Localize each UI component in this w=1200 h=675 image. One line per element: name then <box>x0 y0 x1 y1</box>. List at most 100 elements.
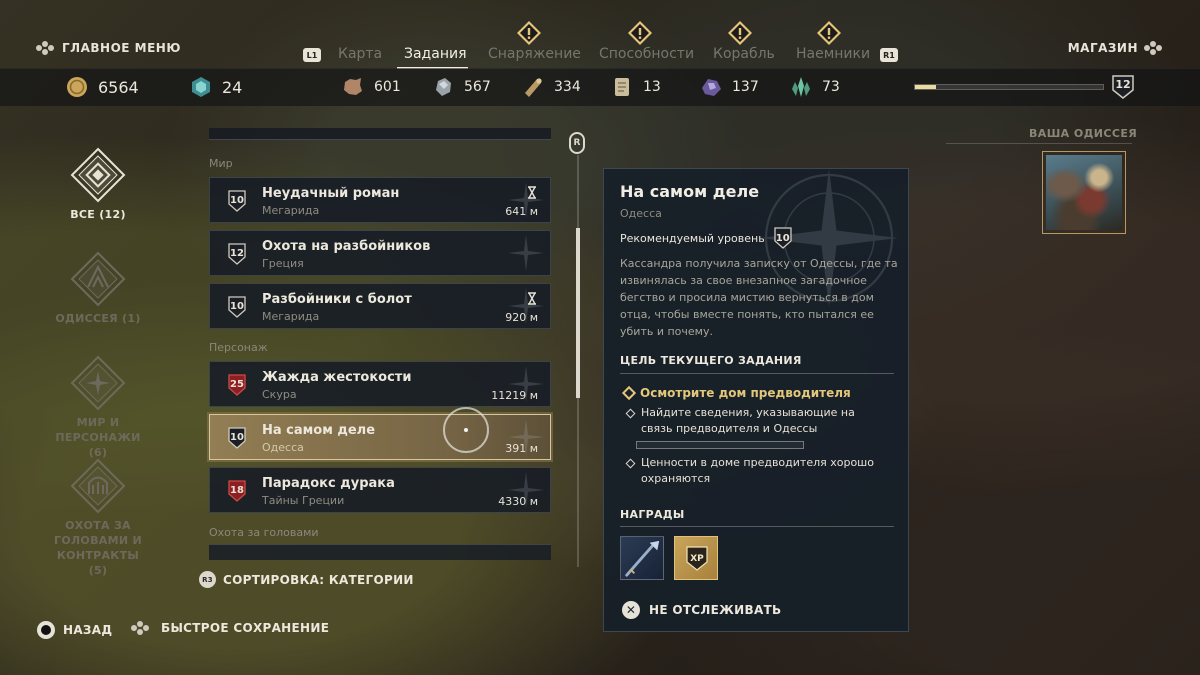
iron-ore-icon <box>436 78 451 96</box>
sub-objective-progress-bar <box>636 441 804 449</box>
ancient-tablet-icon <box>615 78 629 96</box>
tab-abilities[interactable]: Способности <box>599 46 694 62</box>
obsidian-glass-icon <box>702 79 721 96</box>
quest-row[interactable]: 25 Жажда жестокости Скура 11219 м <box>209 361 551 407</box>
quest-region: Тайны Греции <box>262 494 345 507</box>
bumper-right-icon[interactable]: R1 <box>880 48 898 62</box>
abilities-alert-icon <box>628 21 652 45</box>
category-odyssey[interactable]: ОДИССЕЯ (1) <box>46 251 150 326</box>
untrack-button[interactable]: ✕ НЕ ОТСЛЕЖИВАТЬ <box>622 601 781 619</box>
shop-button[interactable]: МАГАЗИН <box>1068 41 1166 55</box>
quest-row[interactable]: 10 На самом деле Одесса 391 м <box>209 414 551 460</box>
quest-level-value: 10 <box>230 195 244 206</box>
quest-region: Мегарида <box>262 204 320 217</box>
quicksave-label: БЫСТРОЕ СОХРАНЕНИЕ <box>161 621 330 635</box>
wood-counter: 334 <box>522 76 581 98</box>
quest-title: Разбойники с болот <box>262 292 412 307</box>
leather-hide-icon <box>344 78 362 95</box>
quest-level-value: 12 <box>230 248 244 259</box>
quest-row[interactable]: 10 Неудачный роман Мегарида 641 м <box>209 177 551 223</box>
drachmae-value: 6564 <box>98 77 139 97</box>
tab-mercenaries[interactable]: Наемники <box>796 46 870 62</box>
crystal-cluster-icon <box>792 77 810 97</box>
xp-progress-fill <box>915 85 936 89</box>
category-bounty-contracts-label: ОХОТА ЗА ГОЛОВАМИ И КОНТРАКТЫ (5) <box>54 519 142 577</box>
dpad-shop-icon <box>1144 41 1166 55</box>
shop-label: МАГАЗИН <box>1067 41 1138 55</box>
category-all[interactable]: ВСЕ (12) <box>46 147 150 222</box>
tablets-counter: 13 <box>611 76 661 98</box>
dpad-options-icon <box>36 41 58 55</box>
odyssey-icon <box>70 251 126 307</box>
quest-title: На самом деле <box>262 423 376 438</box>
top-navigation: ГЛАВНОЕ МЕНЮ L1 Карта Задания Снаряжение… <box>0 0 1200 69</box>
tablets-value: 13 <box>643 79 661 95</box>
reward-weapon[interactable] <box>620 536 664 580</box>
quicksave-button[interactable]: БЫСТРОЕ СОХРАНЕНИЕ <box>131 621 329 635</box>
sort-button[interactable]: R3 СОРТИРОВКА: КАТЕГОРИИ <box>199 571 414 588</box>
gear-alert-icon <box>517 21 541 45</box>
quest-row[interactable]: 18 Парадокс дурака Тайны Греции 4330 м <box>209 467 551 513</box>
quest-level-badge: 10 <box>227 427 247 449</box>
crystals-counter: 73 <box>790 76 840 98</box>
quest-distance: 4330 м <box>498 495 538 508</box>
section-header-world: Мир <box>209 157 233 170</box>
section-header-bounty: Охота за головами <box>209 526 319 539</box>
tab-quests[interactable]: Задания <box>404 46 467 62</box>
quest-level-value: 10 <box>230 432 244 443</box>
quest-region: Греция <box>262 257 304 270</box>
spear-weapon-icon <box>625 540 660 577</box>
objective-header: ЦЕЛЬ ТЕКУЩЕГО ЗАДАНИЯ <box>620 354 802 367</box>
category-bounty-contracts[interactable]: ОХОТА ЗА ГОЛОВАМИ И КОНТРАКТЫ (5) <box>46 458 150 578</box>
reward-xp[interactable]: XP <box>674 536 718 580</box>
leather-counter: 601 <box>342 76 401 98</box>
sub-objective-1: Найдите сведения, указывающие на связь п… <box>626 405 888 437</box>
category-world-characters[interactable]: МИР И ПЕРСОНАЖИ (6) <box>46 355 150 460</box>
quest-list-scroll-thumb[interactable] <box>576 228 580 398</box>
orichalcum-counter: 24 <box>190 76 242 98</box>
quest-level-badge: 10 <box>227 296 247 318</box>
tab-ship[interactable]: Корабль <box>713 46 775 62</box>
world-characters-icon <box>70 355 126 411</box>
tab-map[interactable]: Карта <box>338 46 382 62</box>
bumper-left-icon[interactable]: L1 <box>303 48 321 62</box>
orichalcum-ore-icon <box>192 77 210 97</box>
rewards-header: НАГРАДЫ <box>620 508 685 521</box>
bounty-contracts-icon <box>70 458 126 514</box>
rewards-divider <box>620 526 894 527</box>
drachmae-coin-icon <box>67 77 87 97</box>
iron-value: 567 <box>464 79 491 95</box>
quest-distance: 391 м <box>505 442 538 455</box>
cross-button-icon: ✕ <box>622 601 640 619</box>
recommended-level-label: Рекомендуемый уровень <box>620 231 765 245</box>
section-header-character: Персонаж <box>209 341 268 354</box>
back-button[interactable]: НАЗАД <box>37 621 112 639</box>
odyssey-portrait[interactable] <box>1042 151 1126 234</box>
odyssey-widget-title: ВАША ОДИССЕЯ <box>1029 127 1138 140</box>
main-objective-label: Осмотрите дом предводителя <box>640 386 851 400</box>
circle-button-icon <box>37 621 55 639</box>
quest-detail-panel: На самом деле Одесса Рекомендуемый урове… <box>603 168 909 632</box>
objective-diamond-icon <box>621 385 637 401</box>
quest-distance: 920 м <box>505 311 538 324</box>
quest-row[interactable]: 12 Охота на разбойников Греция <box>209 230 551 276</box>
orichalcum-value: 24 <box>222 77 243 97</box>
untrack-label: НЕ ОТСЛЕЖИВАТЬ <box>649 603 782 617</box>
quest-level-badge: 12 <box>227 243 247 265</box>
player-level-value: 12 <box>1115 78 1131 91</box>
quest-detail-region: Одесса <box>620 207 662 220</box>
all-quests-icon <box>70 147 126 203</box>
xp-reward-label: XP <box>690 553 704 564</box>
category-all-label: ВСЕ (12) <box>70 208 126 221</box>
quest-region: Скура <box>262 388 297 401</box>
quest-level-value: 25 <box>230 379 244 390</box>
recommended-level-badge: 10 <box>773 227 793 249</box>
back-label: НАЗАД <box>63 623 113 637</box>
quest-title: Парадокс дурака <box>262 476 395 491</box>
right-stick-scroll-icon[interactable]: R <box>569 132 585 154</box>
dpad-quicksave-icon <box>131 621 153 635</box>
compass-watermark-icon <box>508 235 544 271</box>
quest-row[interactable]: 10 Разбойники с болот Мегарида 920 м <box>209 283 551 329</box>
main-menu-button[interactable]: ГЛАВНОЕ МЕНЮ <box>36 41 181 55</box>
tab-gear[interactable]: Снаряжение <box>488 46 581 62</box>
